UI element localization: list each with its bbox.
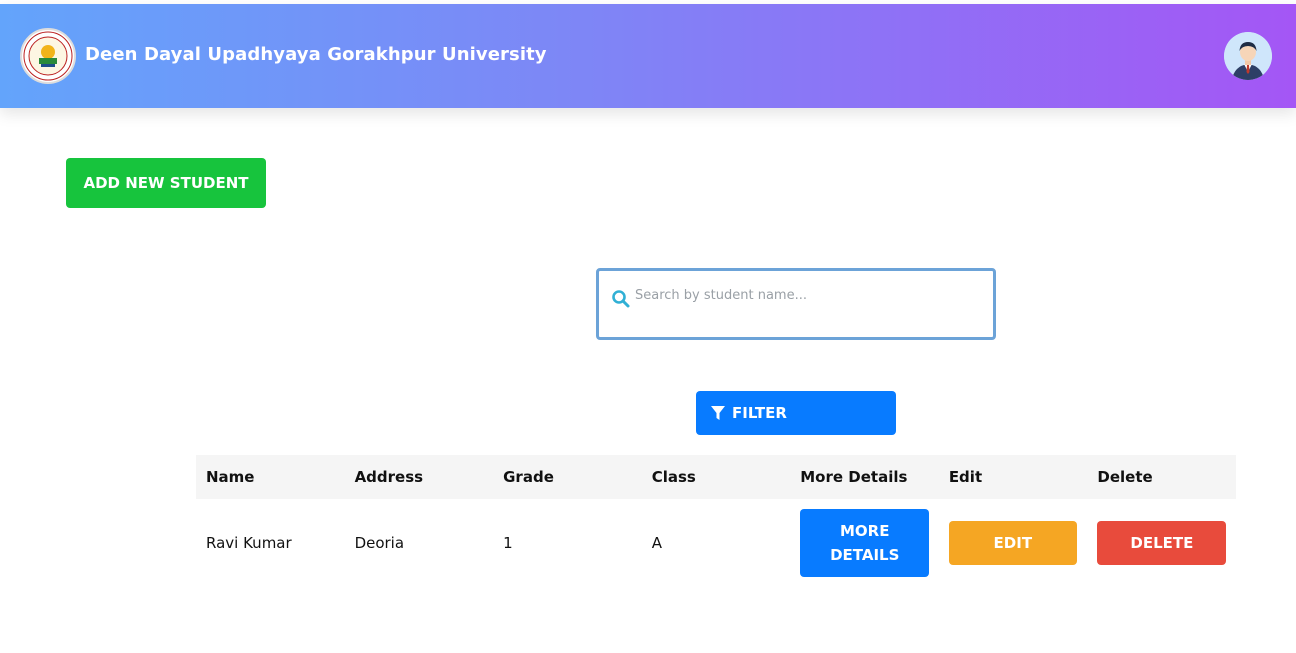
edit-button[interactable]: EDIT <box>948 521 1077 565</box>
search-input[interactable] <box>635 283 975 307</box>
filter-button[interactable]: FILTER <box>696 391 896 435</box>
header-name: Name <box>206 468 255 486</box>
search-box[interactable] <box>596 268 996 340</box>
header-edit: Edit <box>948 468 983 486</box>
search-icon <box>612 290 630 308</box>
more-details-button[interactable]: MORE DETAILS <box>800 509 930 577</box>
user-avatar-icon[interactable] <box>1224 32 1272 80</box>
cell-more-details: MORE DETAILS <box>790 509 939 577</box>
filter-label: FILTER <box>732 404 787 422</box>
cell-name: Ravi Kumar <box>206 534 292 552</box>
cell-class: A <box>651 534 662 552</box>
university-title: Deen Dayal Upadhyaya Gorakhpur Universit… <box>85 44 547 65</box>
delete-button[interactable]: DELETE <box>1097 521 1227 565</box>
header-grade: Grade <box>503 468 554 486</box>
university-seal-icon <box>20 28 76 84</box>
filter-icon <box>711 406 725 420</box>
cell-delete: DELETE <box>1087 521 1236 565</box>
add-new-student-button[interactable]: ADD NEW STUDENT <box>66 158 266 208</box>
header-more-details: More Details <box>800 468 908 486</box>
cell-edit: EDIT <box>939 521 1088 565</box>
table-row: Ravi Kumar Deoria 1 A MORE DETAILS EDIT … <box>196 499 1236 587</box>
header-address: Address <box>354 468 424 486</box>
table-header-row: Name Address Grade Class More Details Ed… <box>196 455 1236 499</box>
cell-grade: 1 <box>503 534 513 552</box>
cell-address: Deoria <box>354 534 405 552</box>
students-table: Name Address Grade Class More Details Ed… <box>196 455 1236 587</box>
more-details-line1: MORE <box>840 522 890 540</box>
header-delete: Delete <box>1097 468 1153 486</box>
more-details-label: MORE DETAILS <box>830 519 899 567</box>
header-class: Class <box>651 468 696 486</box>
top-header: Deen Dayal Upadhyaya Gorakhpur Universit… <box>0 4 1296 108</box>
more-details-line2: DETAILS <box>830 546 900 564</box>
